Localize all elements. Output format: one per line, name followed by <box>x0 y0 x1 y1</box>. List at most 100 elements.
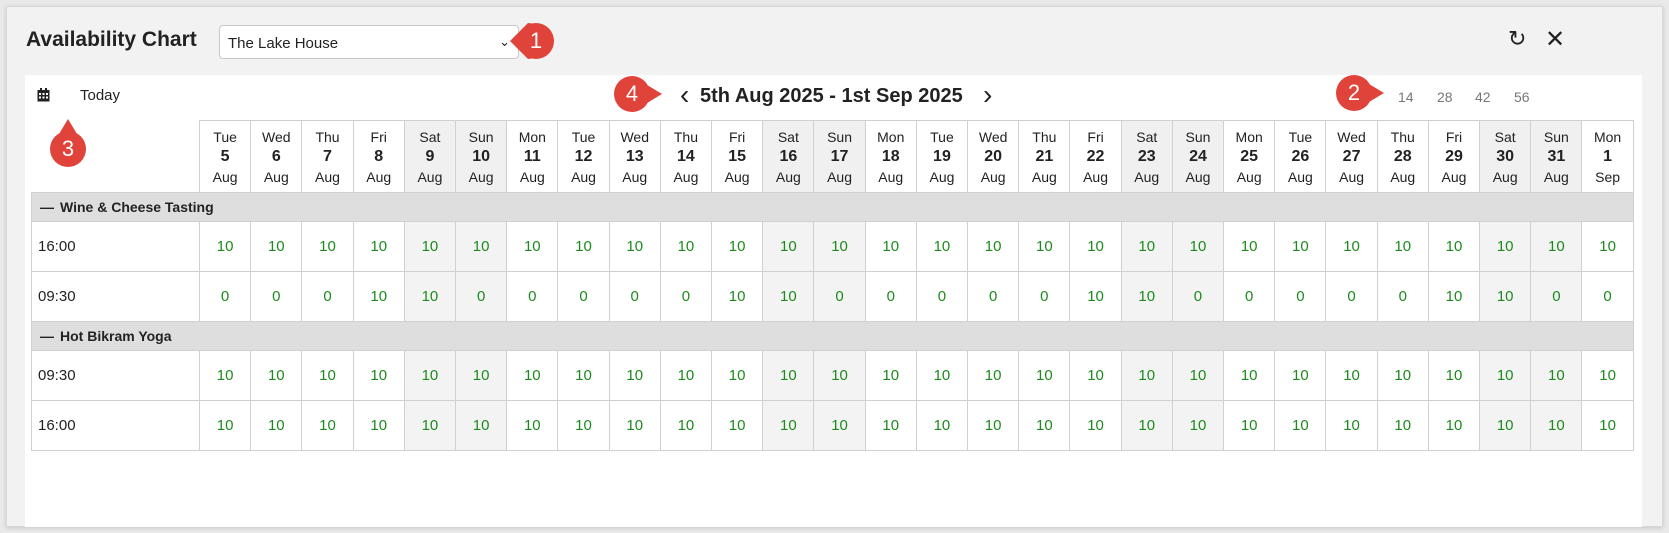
availability-cell[interactable]: 10 <box>1427 350 1481 401</box>
today-button[interactable]: Today <box>80 87 120 104</box>
availability-cell[interactable]: 10 <box>967 350 1020 401</box>
span-option[interactable]: 42 <box>1475 89 1491 105</box>
availability-cell[interactable]: 0 <box>557 271 610 322</box>
availability-cell[interactable]: 10 <box>1069 400 1122 451</box>
availability-cell[interactable]: 10 <box>1274 400 1327 451</box>
availability-cell[interactable]: 0 <box>915 271 969 322</box>
availability-cell[interactable]: 10 <box>301 350 354 401</box>
availability-cell[interactable]: 10 <box>1069 221 1122 272</box>
availability-cell[interactable]: 10 <box>762 400 815 451</box>
availability-cell[interactable]: 0 <box>1223 271 1276 322</box>
availability-cell[interactable]: 10 <box>352 400 405 451</box>
availability-cell[interactable]: 10 <box>1223 400 1276 451</box>
refresh-icon[interactable]: ↻ <box>1508 26 1526 52</box>
availability-cell[interactable]: 10 <box>659 350 713 401</box>
availability-cell[interactable]: 10 <box>198 400 252 451</box>
availability-cell[interactable]: 10 <box>1223 350 1276 401</box>
availability-cell[interactable]: 10 <box>1018 350 1071 401</box>
availability-cell[interactable]: 10 <box>864 221 917 272</box>
availability-cell[interactable]: 0 <box>250 271 303 322</box>
availability-cell[interactable]: 10 <box>301 400 354 451</box>
availability-cell[interactable]: 0 <box>659 271 713 322</box>
availability-cell[interactable]: 10 <box>1120 350 1173 401</box>
span-option[interactable]: 14 <box>1398 89 1414 105</box>
availability-cell[interactable]: 0 <box>608 271 661 322</box>
availability-cell[interactable]: 10 <box>915 350 969 401</box>
availability-cell[interactable]: 10 <box>403 350 457 401</box>
availability-cell[interactable]: 0 <box>1325 271 1378 322</box>
availability-cell[interactable]: 10 <box>1223 221 1276 272</box>
availability-cell[interactable]: 10 <box>198 350 252 401</box>
availability-cell[interactable]: 10 <box>352 271 405 322</box>
group-header[interactable]: — Wine & Cheese Tasting <box>31 192 1634 222</box>
availability-cell[interactable]: 10 <box>1069 350 1122 401</box>
availability-cell[interactable]: 10 <box>1274 350 1327 401</box>
availability-cell[interactable]: 10 <box>1427 221 1481 272</box>
availability-cell[interactable]: 0 <box>967 271 1020 322</box>
availability-cell[interactable]: 0 <box>506 271 559 322</box>
availability-cell[interactable]: 10 <box>1427 271 1481 322</box>
availability-cell[interactable]: 10 <box>711 350 764 401</box>
availability-cell[interactable]: 10 <box>659 221 713 272</box>
availability-cell[interactable]: 0 <box>1018 271 1071 322</box>
availability-cell[interactable]: 10 <box>1120 400 1173 451</box>
availability-cell[interactable]: 10 <box>557 350 610 401</box>
availability-cell[interactable]: 10 <box>711 400 764 451</box>
availability-cell[interactable]: 10 <box>967 400 1020 451</box>
span-option[interactable]: 56 <box>1514 89 1530 105</box>
availability-cell[interactable]: 10 <box>1325 400 1378 451</box>
availability-cell[interactable]: 10 <box>1530 400 1583 451</box>
availability-cell[interactable]: 10 <box>1018 400 1071 451</box>
calendar-icon[interactable] <box>37 88 50 105</box>
availability-cell[interactable]: 10 <box>1171 400 1225 451</box>
availability-cell[interactable]: 10 <box>762 350 815 401</box>
availability-cell[interactable]: 10 <box>1376 400 1429 451</box>
availability-cell[interactable]: 10 <box>1581 350 1634 401</box>
availability-cell[interactable]: 10 <box>1120 271 1173 322</box>
availability-cell[interactable]: 10 <box>1479 271 1532 322</box>
availability-cell[interactable]: 10 <box>1325 221 1378 272</box>
availability-cell[interactable]: 10 <box>1479 350 1532 401</box>
availability-cell[interactable]: 0 <box>864 271 917 322</box>
availability-cell[interactable]: 10 <box>1171 221 1225 272</box>
availability-cell[interactable]: 0 <box>1581 271 1634 322</box>
availability-cell[interactable]: 10 <box>1581 221 1634 272</box>
availability-cell[interactable]: 10 <box>915 221 969 272</box>
availability-cell[interactable]: 10 <box>301 221 354 272</box>
availability-cell[interactable]: 10 <box>250 400 303 451</box>
availability-cell[interactable]: 10 <box>1376 221 1429 272</box>
availability-cell[interactable]: 10 <box>762 221 815 272</box>
availability-cell[interactable]: 0 <box>813 271 866 322</box>
availability-cell[interactable]: 10 <box>1171 350 1225 401</box>
availability-cell[interactable]: 10 <box>813 221 866 272</box>
availability-cell[interactable]: 10 <box>455 221 508 272</box>
availability-cell[interactable]: 10 <box>813 350 866 401</box>
availability-cell[interactable]: 10 <box>352 350 405 401</box>
availability-cell[interactable]: 10 <box>608 221 661 272</box>
span-option[interactable]: 28 <box>1437 89 1453 105</box>
availability-cell[interactable]: 10 <box>1376 350 1429 401</box>
availability-cell[interactable]: 10 <box>1120 221 1173 272</box>
availability-cell[interactable]: 10 <box>557 221 610 272</box>
availability-cell[interactable]: 0 <box>1274 271 1327 322</box>
availability-cell[interactable]: 0 <box>455 271 508 322</box>
availability-cell[interactable]: 10 <box>608 400 661 451</box>
availability-cell[interactable]: 10 <box>711 221 764 272</box>
availability-cell[interactable]: 10 <box>1581 400 1634 451</box>
availability-cell[interactable]: 10 <box>1018 221 1071 272</box>
availability-cell[interactable]: 10 <box>608 350 661 401</box>
availability-cell[interactable]: 10 <box>506 350 559 401</box>
availability-cell[interactable]: 10 <box>1479 400 1532 451</box>
availability-cell[interactable]: 10 <box>506 221 559 272</box>
availability-cell[interactable]: 10 <box>352 221 405 272</box>
collapse-icon[interactable]: — <box>40 328 54 344</box>
availability-cell[interactable]: 10 <box>557 400 610 451</box>
availability-cell[interactable]: 10 <box>506 400 559 451</box>
property-select[interactable]: The Lake House ⌄ <box>219 25 519 59</box>
chevron-right-icon[interactable]: › <box>983 81 992 109</box>
availability-cell[interactable]: 10 <box>967 221 1020 272</box>
availability-cell[interactable]: 10 <box>403 271 457 322</box>
availability-cell[interactable]: 0 <box>1530 271 1583 322</box>
availability-cell[interactable]: 10 <box>403 400 457 451</box>
chevron-left-icon[interactable]: ‹ <box>680 81 689 109</box>
